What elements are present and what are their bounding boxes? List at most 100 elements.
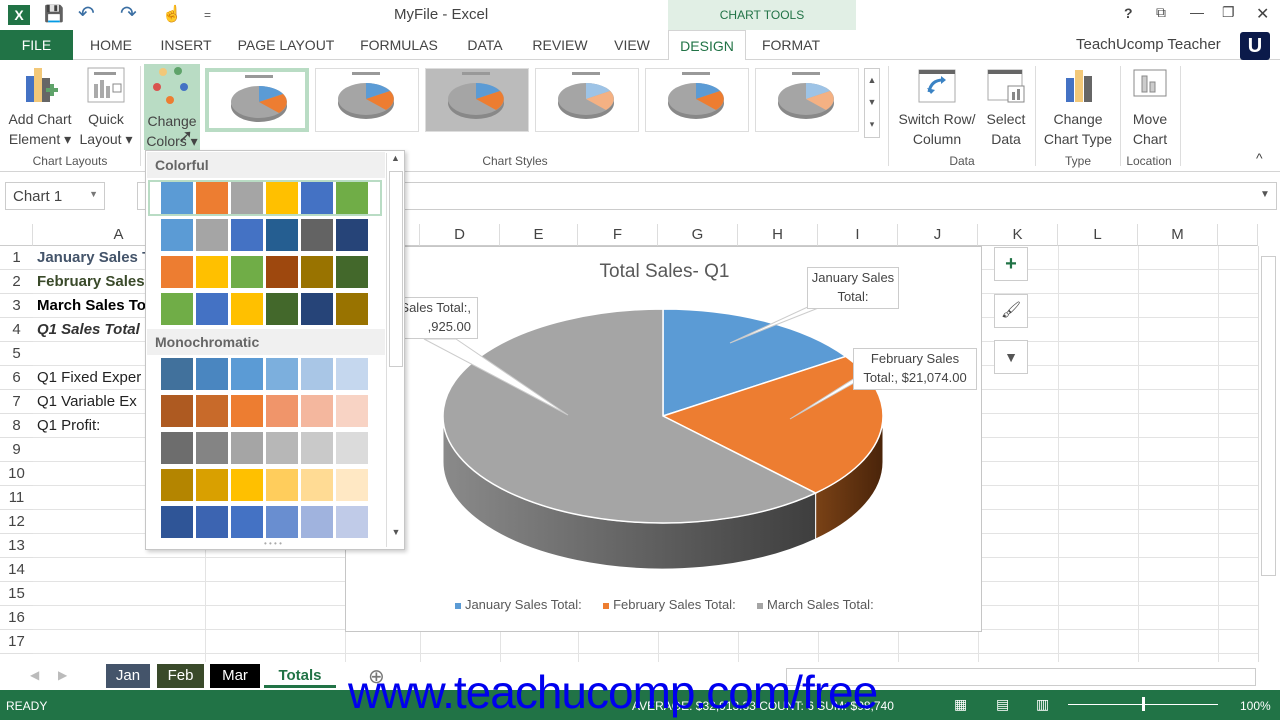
sheet-tab-feb[interactable]: Feb — [157, 664, 204, 688]
color-swatch[interactable] — [336, 182, 368, 214]
vertical-scrollbar[interactable] — [1258, 246, 1278, 662]
tab-data[interactable]: DATA — [456, 30, 514, 60]
cell-a8[interactable]: Q1 Profit: — [37, 414, 100, 438]
scroll-up-button[interactable]: ▲ — [387, 153, 404, 163]
color-swatch[interactable] — [336, 358, 368, 390]
add-chart-element-button[interactable]: Add Chart Element ▾ — [2, 66, 78, 149]
sheet-tab-mar[interactable]: Mar — [210, 664, 260, 688]
data-label-january[interactable]: January Sales Total: — [807, 267, 899, 309]
tab-design[interactable]: DESIGN — [668, 30, 746, 61]
color-swatch[interactable] — [336, 432, 368, 464]
color-swatch[interactable] — [266, 469, 298, 501]
color-swatch[interactable] — [336, 395, 368, 427]
color-swatch[interactable] — [301, 358, 333, 390]
normal-view-icon[interactable]: ▦ — [954, 696, 967, 713]
row-header[interactable]: 1 — [0, 246, 33, 270]
column-header[interactable]: J — [898, 224, 978, 246]
user-name[interactable]: TeachUcomp Teacher — [1076, 36, 1221, 53]
color-swatch[interactable] — [196, 395, 228, 427]
maximize-button[interactable]: ❐ — [1222, 4, 1235, 21]
color-swatch[interactable] — [266, 182, 298, 214]
color-swatch[interactable] — [301, 469, 333, 501]
close-button[interactable]: ✕ — [1256, 4, 1269, 24]
chart-style-thumbnail[interactable] — [205, 68, 309, 132]
tab-page-layout[interactable]: PAGE LAYOUT — [230, 30, 342, 60]
tab-format[interactable]: FORMAT — [752, 30, 830, 60]
color-swatch[interactable] — [161, 293, 193, 325]
name-box[interactable]: Chart 1 ▼ — [5, 182, 105, 210]
row-header[interactable]: 3 — [0, 294, 33, 318]
color-swatch[interactable] — [266, 256, 298, 288]
column-header[interactable]: D — [420, 224, 500, 246]
color-swatch[interactable] — [161, 256, 193, 288]
column-header[interactable] — [1218, 224, 1258, 246]
color-swatch[interactable] — [161, 506, 193, 538]
touch-mode-icon[interactable]: ☝ — [162, 4, 182, 24]
color-swatch[interactable] — [196, 293, 228, 325]
row-header[interactable]: 4 — [0, 318, 33, 342]
color-swatch[interactable] — [336, 469, 368, 501]
sheet-nav-prev[interactable]: ◀ — [30, 668, 39, 682]
cell-a4[interactable]: Q1 Sales Total — [37, 318, 140, 342]
column-header[interactable]: H — [738, 224, 818, 246]
chart-elements-button[interactable]: + — [994, 247, 1028, 281]
scroll-down-button[interactable]: ▼ — [387, 527, 405, 537]
scroll-thumb[interactable] — [389, 171, 403, 367]
color-swatch[interactable] — [196, 182, 228, 214]
move-chart-button[interactable]: Move Chart — [1124, 68, 1176, 149]
zoom-slider[interactable] — [1068, 697, 1218, 711]
cell-a2[interactable]: February Sales — [37, 270, 145, 294]
color-swatch[interactable] — [336, 256, 368, 288]
color-swatch[interactable] — [266, 432, 298, 464]
column-header[interactable]: L — [1058, 224, 1138, 246]
color-swatch[interactable] — [196, 506, 228, 538]
sheet-tab-jan[interactable]: Jan — [106, 664, 150, 688]
save-icon[interactable]: 💾 — [44, 4, 64, 24]
user-avatar[interactable]: U — [1240, 32, 1270, 60]
color-swatch[interactable] — [196, 469, 228, 501]
color-swatch[interactable] — [161, 219, 193, 251]
row-header[interactable]: 10 — [0, 462, 33, 486]
color-swatch[interactable] — [196, 358, 228, 390]
color-swatch[interactable] — [336, 506, 368, 538]
chart-legend[interactable]: January Sales Total: February Sales Tota… — [346, 597, 983, 612]
color-swatch[interactable] — [301, 506, 333, 538]
cell-a3[interactable]: March Sales To — [37, 294, 146, 318]
color-swatch[interactable] — [196, 432, 228, 464]
tab-review[interactable]: REVIEW — [524, 30, 596, 60]
color-swatch[interactable] — [266, 293, 298, 325]
color-swatch[interactable] — [301, 432, 333, 464]
ribbon-display-button[interactable]: ⧉ — [1156, 4, 1166, 21]
color-swatch[interactable] — [231, 469, 263, 501]
chart-style-thumbnail[interactable] — [645, 68, 749, 132]
color-swatch[interactable] — [196, 219, 228, 251]
column-header[interactable]: E — [500, 224, 578, 246]
grid-row[interactable] — [33, 630, 1258, 654]
row-header[interactable]: 6 — [0, 366, 33, 390]
select-all-corner[interactable] — [0, 224, 33, 246]
color-swatch[interactable] — [231, 293, 263, 325]
page-layout-view-icon[interactable]: ▤ — [996, 696, 1009, 713]
color-swatch[interactable] — [231, 256, 263, 288]
change-chart-type-button[interactable]: Change Chart Type — [1038, 68, 1118, 149]
redo-icon[interactable]: ↷ — [120, 1, 137, 26]
color-swatch[interactable] — [231, 219, 263, 251]
sheet-nav-next[interactable]: ▶ — [58, 668, 67, 682]
chart-style-thumbnail[interactable] — [425, 68, 529, 132]
color-swatch[interactable] — [266, 395, 298, 427]
color-swatch[interactable] — [161, 469, 193, 501]
cell-a7[interactable]: Q1 Variable Ex — [37, 390, 137, 414]
dropdown-scrollbar[interactable]: ▲ ▼ — [386, 153, 404, 547]
data-label-february[interactable]: February Sales Total:, $21,074.00 — [853, 348, 977, 390]
resize-grip[interactable]: • • • • — [264, 539, 282, 548]
row-header[interactable]: 14 — [0, 558, 33, 582]
help-button[interactable]: ? — [1124, 5, 1133, 21]
color-swatch[interactable] — [161, 395, 193, 427]
color-swatch[interactable] — [266, 219, 298, 251]
color-swatch[interactable] — [301, 395, 333, 427]
sheet-tab-totals[interactable]: Totals — [264, 664, 336, 688]
switch-row-column-button[interactable]: Switch Row/ Column — [892, 68, 982, 149]
color-swatch[interactable] — [336, 219, 368, 251]
chevron-down-icon[interactable]: ▼ — [1260, 189, 1270, 200]
tab-home[interactable]: HOME — [80, 30, 142, 60]
